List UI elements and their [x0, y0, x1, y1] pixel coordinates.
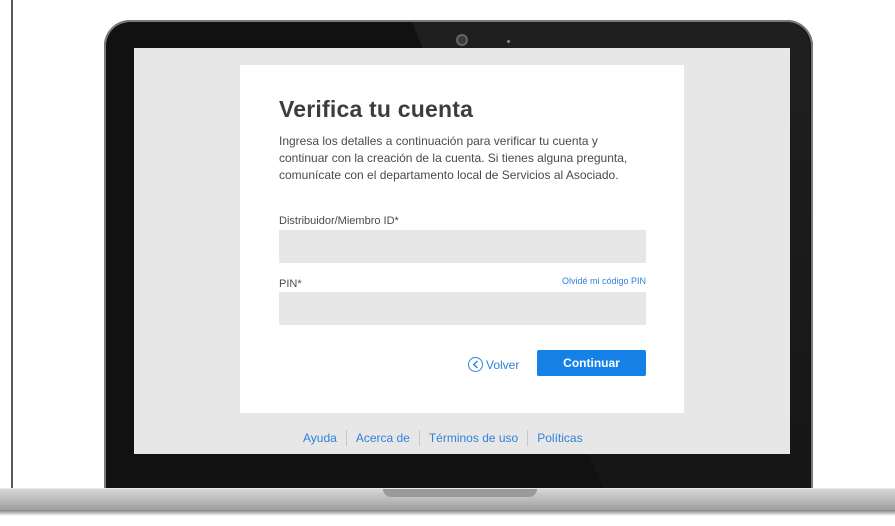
- sensor-dot: [507, 40, 510, 43]
- pin-input[interactable]: [279, 292, 646, 325]
- verify-card: Verifica tu cuenta Ingresa los detalles …: [240, 65, 684, 413]
- left-border: [11, 0, 13, 496]
- camera-icon: [456, 34, 468, 46]
- forgot-pin-link[interactable]: Olvidé mi código PIN: [562, 276, 646, 286]
- footer-link-acerca[interactable]: Acerca de: [347, 430, 420, 446]
- footer-link-politicas[interactable]: Políticas: [528, 430, 591, 446]
- pin-label: PIN*: [279, 278, 302, 290]
- footer-link-terminos[interactable]: Términos de uso: [420, 430, 529, 446]
- chevron-left-icon: [468, 357, 483, 372]
- page-title: Verifica tu cuenta: [279, 96, 474, 122]
- distributor-id-input[interactable]: [279, 230, 646, 263]
- laptop-notch: [383, 489, 537, 497]
- footer-links: Ayuda Acerca de Términos de uso Política…: [294, 430, 592, 446]
- back-button[interactable]: Volver: [468, 357, 519, 372]
- footer-link-ayuda[interactable]: Ayuda: [294, 430, 347, 446]
- base-shadow: [0, 510, 895, 516]
- back-label: Volver: [486, 357, 520, 372]
- page-description: Ingresa los detalles a continuación para…: [279, 134, 628, 182]
- continue-button[interactable]: Continuar: [537, 350, 646, 376]
- distributor-id-label: Distribuidor/Miembro ID*: [279, 215, 399, 227]
- laptop-screen: Verifica tu cuenta Ingresa los detalles …: [134, 48, 790, 454]
